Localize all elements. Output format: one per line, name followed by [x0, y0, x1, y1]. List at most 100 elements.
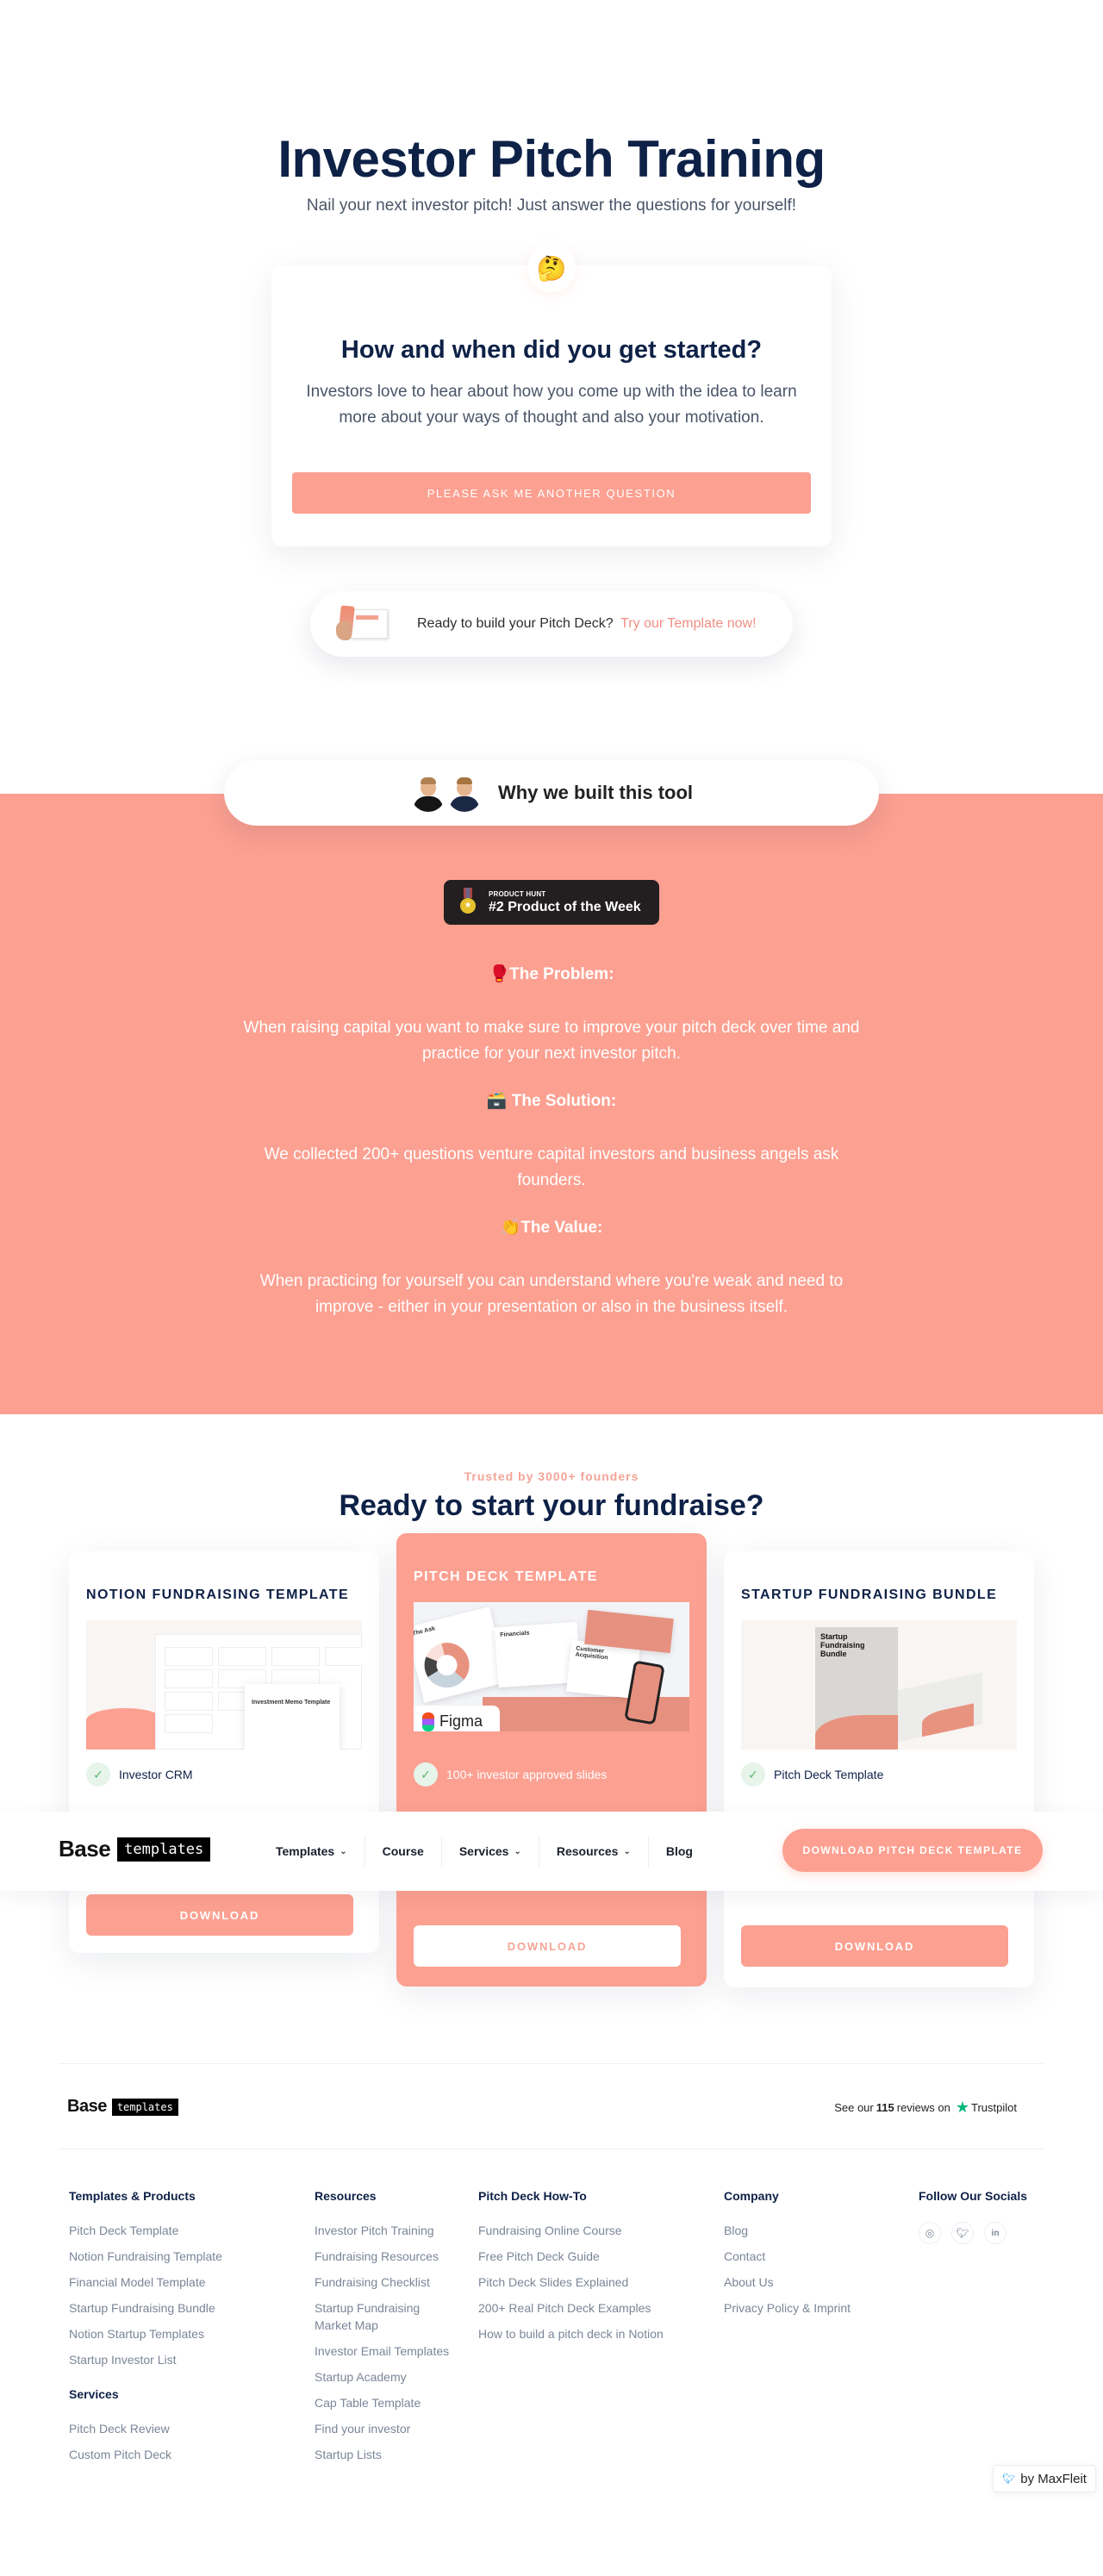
footer-heading: Follow Our Socials — [919, 2189, 1028, 2203]
navbar: Base templates Templates ⌄ Course Service… — [0, 1812, 1103, 1891]
trustpilot-widget[interactable]: See our 115 reviews on ★ Trustpilot — [834, 2099, 1017, 2117]
page-subtitle: Nail your next investor pitch! Just answ… — [306, 196, 797, 215]
footer-link[interactable]: About Us — [724, 2273, 851, 2291]
download-pitch-deck-button[interactable]: DOWNLOAD — [414, 1925, 681, 1967]
feature-item: ✓ Investor CRM — [86, 1762, 193, 1787]
chevron-down-icon: ⌄ — [514, 1846, 521, 1856]
nav-item-resources[interactable]: Resources ⌄ — [539, 1836, 649, 1867]
hero-section: Investor Pitch Training Nail your next i… — [0, 0, 1103, 793]
footer-link[interactable]: Startup Fundraising Bundle — [69, 2299, 222, 2317]
footer-link[interactable]: Financial Model Template — [69, 2273, 222, 2291]
check-icon: ✓ — [86, 1762, 110, 1787]
footer-link[interactable]: Pitch Deck Review — [69, 2420, 222, 2437]
footer-col-templates: Templates & Products Pitch Deck Template… — [69, 2189, 222, 2472]
footer-link[interactable]: Free Pitch Deck Guide — [478, 2248, 664, 2265]
footer-link[interactable]: Startup Fundraising Market Map — [315, 2299, 452, 2334]
product-hunt-label: PRODUCT HUNT — [489, 889, 546, 898]
try-template-link[interactable]: Try our Template now! — [620, 616, 756, 631]
solution-block: 🗃️ The Solution: We collected 200+ quest… — [233, 1090, 870, 1194]
footer-link[interactable]: Blog — [724, 2222, 851, 2239]
product-hunt-badge[interactable]: ★ PRODUCT HUNT #2 Product of the Week — [444, 880, 659, 925]
chevron-down-icon: ⌄ — [340, 1846, 347, 1856]
footer-link[interactable]: Notion Fundraising Template — [69, 2248, 222, 2265]
value-block: 👏The Value: When practicing for yourself… — [233, 1217, 870, 1320]
footer-link[interactable]: How to build a pitch deck in Notion — [478, 2325, 664, 2342]
notion-template-image: Investment Memo Template — [86, 1620, 362, 1750]
footer-heading: Company — [724, 2189, 779, 2203]
footer-link[interactable]: Pitch Deck Template — [69, 2222, 222, 2239]
footer-link[interactable]: Contact — [724, 2248, 851, 2265]
footer-link[interactable]: Startup Lists — [315, 2446, 452, 2463]
download-bundle-button[interactable]: DOWNLOAD — [741, 1925, 1008, 1967]
download-notion-button[interactable]: DOWNLOAD — [86, 1894, 353, 1936]
product-name: NOTION FUNDRAISING TEMPLATE — [86, 1587, 350, 1602]
pitch-deck-image: The Ask Financials Customer Acquisition … — [414, 1602, 689, 1731]
product-name: STARTUP FUNDRAISING BUNDLE — [741, 1587, 998, 1602]
instagram-icon[interactable]: ◎ — [919, 2222, 941, 2244]
card-file-box-icon: 🗃️ — [486, 1092, 508, 1110]
footer-col-company: Company Blog Contact About Us Privacy Po… — [724, 2189, 851, 2325]
feature-item: ✓ 100+ investor approved slides — [414, 1762, 607, 1787]
nav-item-course[interactable]: Course — [365, 1836, 442, 1867]
solution-text: We collected 200+ questions venture capi… — [264, 1145, 839, 1189]
logo-tag-text: templates — [117, 1837, 211, 1862]
boxing-glove-icon: 🥊 — [489, 965, 510, 983]
footer-link[interactable]: Find your investor — [315, 2420, 452, 2437]
next-question-button[interactable]: PLEASE ASK ME ANOTHER QUESTION — [292, 472, 811, 514]
feature-item: ✓ Pitch Deck Template — [741, 1762, 883, 1787]
twitter-bird-icon: 🐦︎ — [1002, 2473, 1016, 2485]
question-body: Investors love to hear about how you com… — [306, 383, 797, 427]
why-header-pill: Why we built this tool — [224, 760, 879, 826]
question-card: How and when did you get started? Invest… — [271, 265, 832, 546]
footer-logo[interactable]: Base templates — [67, 2097, 178, 2117]
footer-link[interactable]: Investor Pitch Training — [315, 2222, 452, 2239]
nav-item-services[interactable]: Services ⌄ — [442, 1836, 539, 1867]
footer-link[interactable]: Custom Pitch Deck — [69, 2446, 222, 2463]
bundle-box: Startup Fundraising Bundle — [815, 1627, 898, 1750]
check-icon: ✓ — [414, 1762, 438, 1787]
footer-link[interactable]: Notion Startup Templates — [69, 2325, 222, 2342]
bundle-image: Startup Fundraising Bundle — [741, 1620, 1017, 1750]
footer-link[interactable]: Fundraising Resources — [315, 2248, 452, 2265]
nav-item-blog[interactable]: Blog — [649, 1836, 710, 1867]
cta-question: Ready to build your Pitch Deck? — [417, 616, 614, 631]
slide-preview: The Ask — [414, 1606, 508, 1703]
avatar — [446, 774, 483, 812]
footer-col-howto: Pitch Deck How-To Fundraising Online Cou… — [478, 2189, 664, 2351]
footer-link[interactable]: Cap Table Template — [315, 2394, 452, 2411]
footer-link[interactable]: Fundraising Checklist — [315, 2273, 452, 2291]
footer-col-resources: Resources Investor Pitch Training Fundra… — [315, 2189, 452, 2472]
footer-link[interactable]: Fundraising Online Course — [478, 2222, 664, 2239]
footer-link[interactable]: Investor Email Templates — [315, 2342, 452, 2360]
footer-link[interactable]: Privacy Policy & Imprint — [724, 2299, 851, 2317]
pitch-deck-cta-banner[interactable]: Ready to build your Pitch Deck? Try our … — [310, 591, 793, 657]
problem-heading: The Problem: — [509, 965, 614, 983]
pricing-title: Ready to start your fundraise? — [339, 1489, 764, 1522]
product-card-notion: NOTION FUNDRAISING TEMPLATE Investment M… — [69, 1551, 379, 1953]
footer-heading: Resources — [315, 2189, 377, 2203]
cta-text: Ready to build your Pitch Deck? Try our … — [417, 616, 757, 632]
download-pitch-deck-cta[interactable]: DOWNLOAD PITCH DECK TEMPLATE — [782, 1829, 1043, 1872]
maker-badge[interactable]: 🐦︎ by MaxFleit — [993, 2465, 1096, 2492]
review-count: 115 — [876, 2101, 894, 2114]
problem-text: When raising capital you want to make su… — [243, 1019, 860, 1063]
footer-heading: Templates & Products — [69, 2189, 196, 2203]
trusted-eyebrow: Trusted by 3000+ founders — [464, 1469, 639, 1483]
chevron-down-icon: ⌄ — [623, 1846, 631, 1856]
product-hunt-rank: #2 Product of the Week — [489, 899, 641, 914]
avatar — [409, 774, 446, 812]
thinking-face-icon: 🤔 — [527, 244, 576, 292]
nav-item-templates[interactable]: Templates ⌄ — [259, 1836, 365, 1867]
maker-name: by MaxFleit — [1020, 2471, 1087, 2486]
footer-link[interactable]: 200+ Real Pitch Deck Examples — [478, 2299, 664, 2317]
logo[interactable]: Base templates — [59, 1836, 211, 1862]
footer-link[interactable]: Pitch Deck Slides Explained — [478, 2273, 664, 2291]
footer-link[interactable]: Startup Investor List — [69, 2351, 222, 2368]
product-card-pitch-deck: PITCH DECK TEMPLATE The Ask Financials C… — [396, 1533, 707, 1987]
linkedin-icon[interactable]: in — [984, 2222, 1006, 2244]
footer-link[interactable]: Startup Academy — [315, 2368, 452, 2386]
page-title: Investor Pitch Training — [277, 130, 826, 188]
footer-heading: Pitch Deck How-To — [478, 2189, 587, 2203]
pitch-deck-thumbnail — [336, 605, 391, 642]
twitter-icon[interactable]: 🐦︎ — [951, 2222, 974, 2244]
